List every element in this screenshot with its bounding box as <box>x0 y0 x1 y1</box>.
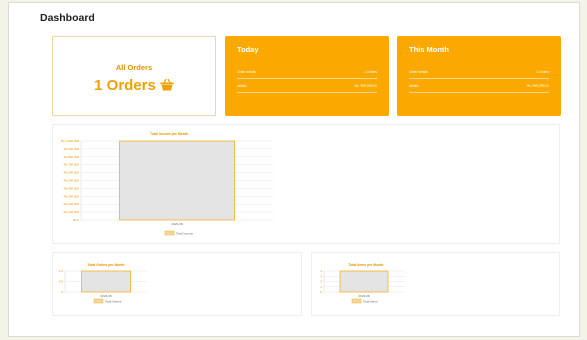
y-tick-label: Rs.100,000 <box>64 210 80 214</box>
items-chart: Total Items per Month 43 210 2023-08 Total I… <box>320 263 404 304</box>
legend-swatch <box>351 298 362 304</box>
this-month-card[interactable]: This Month Order details 1 Orders detail… <box>397 36 561 116</box>
chart-title: Total Items per Month <box>349 263 384 267</box>
today-row-label: details <box>237 84 247 88</box>
legend-swatch <box>164 230 175 236</box>
legend-label: Total Income <box>176 232 193 236</box>
today-row-value: Rs. 999,999.00 <box>354 84 377 88</box>
legend-label: Total Items <box>363 300 378 304</box>
all-orders-card[interactable]: All Orders 1 Orders <box>52 36 216 116</box>
legend-label: Total Orders <box>105 300 122 304</box>
today-row-value: 1 Orders <box>364 70 377 74</box>
bar <box>80 270 132 293</box>
today-card[interactable]: Today Order details 1 Orders details Rs.… <box>225 36 389 116</box>
y-tick-label: Rs.400,000 <box>64 186 80 190</box>
orders-chart-panel: Total Orders per Month 1.0 0.5 0 2023-08 Tota… <box>52 252 302 316</box>
basket-icon <box>160 78 174 95</box>
orders-chart: Total Orders per Month 1.0 0.5 0 2023-08 Tota… <box>59 263 147 304</box>
this-month-row: Order details 1 Orders <box>409 66 549 79</box>
y-tick-label: Rs.200,000 <box>64 202 80 206</box>
all-orders-value-row: 1 Orders <box>53 77 215 95</box>
today-row: Order details 1 Orders <box>237 66 377 79</box>
income-chart-panel: Total Income per Month Rs.1,000,000 Rs.900… <box>52 124 560 244</box>
page-title: Dashboard <box>40 12 95 24</box>
y-tick-label: Rs.900,000 <box>64 147 80 151</box>
all-orders-title: All Orders <box>115 63 153 72</box>
this-month-title: This Month <box>409 45 449 54</box>
y-tick-label: 4 <box>320 269 322 273</box>
y-tick-label: 3 <box>320 274 322 278</box>
y-tick-label: Rs.600,000 <box>64 171 80 175</box>
y-tick-label: Rs.0 <box>73 218 80 222</box>
y-tick-label: Rs.800,000 <box>64 155 80 159</box>
today-row-label: Order details <box>237 70 256 74</box>
all-orders-value: 1 Orders <box>94 77 156 94</box>
items-chart-panel: Total Items per Month 4 3 2 1 0 2023-08 Total I… <box>311 252 560 316</box>
bar <box>119 140 235 221</box>
today-title: Today <box>237 45 259 54</box>
chart-title: Total Orders per Month <box>87 263 124 267</box>
y-tick-label: 1.0 <box>59 269 64 273</box>
y-tick-label: 0 <box>320 290 322 294</box>
y-tick-label: Rs.1,000,000 <box>61 139 79 143</box>
legend-swatch <box>93 298 104 304</box>
bar <box>339 270 389 293</box>
this-month-row-label: details <box>409 84 419 88</box>
y-tick-label: 2 <box>320 280 322 284</box>
this-month-row: details Rs. 999,999.00 <box>409 80 549 93</box>
this-month-row-value: 1 Orders <box>536 70 549 74</box>
this-month-row-value: Rs. 999,999.00 <box>526 84 549 88</box>
y-tick-label: Rs.500,000 <box>64 179 80 183</box>
y-tick-label: Rs.700,000 <box>64 163 80 167</box>
this-month-row-label: Order details <box>409 70 428 74</box>
x-tick-label: 2023-08 <box>100 294 111 298</box>
x-tick-label: 2023-08 <box>358 294 369 298</box>
y-tick-label: Rs.300,000 <box>64 194 80 198</box>
x-tick-label: 2023-08 <box>171 222 182 226</box>
today-row: details Rs. 999,999.00 <box>237 80 377 93</box>
chart-title: Total Income per Month <box>150 132 188 136</box>
y-tick-label: 0 <box>61 290 63 294</box>
y-tick-label: 0.5 <box>59 280 64 284</box>
y-tick-label: 1 <box>320 285 322 289</box>
income-chart: Total Income per Month Rs.1,000,000 Rs.900… <box>61 132 273 236</box>
